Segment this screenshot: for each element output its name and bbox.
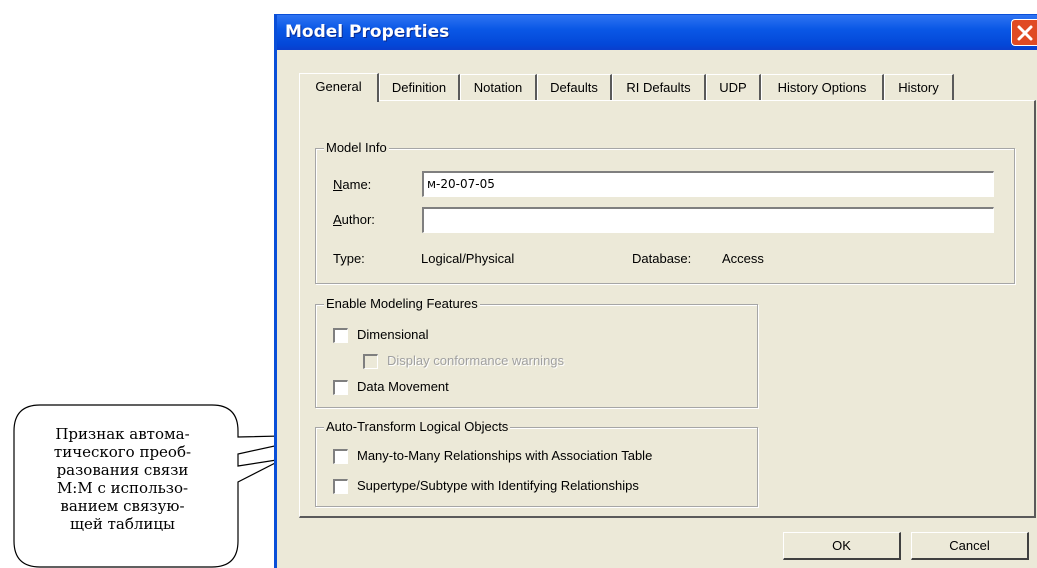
data-movement-checkbox[interactable]: [333, 380, 348, 395]
tab-general[interactable]: General: [299, 73, 379, 102]
many-to-many-label[interactable]: Many-to-Many Relationships with Associat…: [357, 448, 652, 464]
author-label: Author:: [333, 212, 375, 227]
tab-label: History Options: [777, 80, 867, 95]
tab-label: Notation: [473, 80, 523, 95]
tab-defaults[interactable]: Defaults: [537, 74, 612, 100]
callout-line: щей таблицы: [70, 515, 175, 533]
model-info-legend: Model Info: [324, 140, 389, 156]
display-warnings-checkbox: [363, 354, 378, 369]
tab-udp[interactable]: UDP: [706, 74, 761, 100]
tab-definition[interactable]: Definition: [379, 74, 460, 100]
close-icon: [1017, 25, 1033, 41]
tab-label: Defaults: [550, 80, 598, 95]
callout-line: ванием связую-: [60, 497, 185, 515]
data-movement-label[interactable]: Data Movement: [357, 379, 449, 395]
tab-label: History: [898, 80, 939, 95]
cancel-button[interactable]: Cancel: [911, 532, 1029, 560]
modeling-features-legend: Enable Modeling Features: [324, 296, 480, 312]
modeling-features-group: Enable Modeling Features Dimensional Dis…: [315, 296, 758, 408]
tab-notation[interactable]: Notation: [460, 74, 537, 100]
model-info-group: Model Info Name: м-20-07-05 Author: Type…: [315, 140, 1015, 284]
callout-line: тического преоб-: [53, 443, 192, 461]
auto-transform-group: Auto-Transform Logical Objects Many-to-M…: [315, 419, 758, 507]
supertype-label[interactable]: Supertype/Subtype with Identifying Relat…: [357, 478, 639, 494]
tab-history[interactable]: History: [884, 74, 954, 100]
ok-button[interactable]: OK: [783, 532, 901, 560]
type-label: Type:: [333, 251, 365, 266]
tab-label: General: [315, 79, 362, 94]
callout-line: Признак автома-: [55, 425, 190, 443]
database-value: Access: [722, 251, 764, 266]
tab-label: Definition: [391, 80, 447, 95]
supertype-checkbox[interactable]: [333, 479, 348, 494]
dimensional-checkbox[interactable]: [333, 328, 348, 343]
general-tab-panel: Model Info Name: м-20-07-05 Author: Type…: [299, 100, 1036, 518]
tab-history-options[interactable]: History Options: [761, 74, 884, 100]
auto-transform-legend: Auto-Transform Logical Objects: [324, 419, 511, 435]
callout-line: разования связи: [56, 461, 189, 479]
display-warnings-label: Display conformance warnings: [387, 353, 565, 368]
tab-label: UDP: [719, 80, 747, 95]
name-label: Name:: [333, 177, 372, 192]
callout-text: Признак автома- тического преоб- разован…: [10, 425, 235, 533]
author-input[interactable]: [422, 207, 994, 233]
window-title: Model Properties: [285, 22, 450, 42]
callout-line: М:М с использо-: [56, 479, 189, 497]
tab-label: RI Defaults: [626, 80, 691, 95]
database-label: Database:: [632, 251, 692, 266]
model-properties-dialog: Model Properties General Definition Nota…: [274, 14, 1037, 568]
tab-ri-defaults[interactable]: RI Defaults: [612, 74, 706, 100]
many-to-many-checkbox[interactable]: [333, 449, 348, 464]
title-bar[interactable]: Model Properties: [277, 15, 1037, 50]
dimensional-label[interactable]: Dimensional: [357, 327, 429, 343]
type-value: Logical/Physical: [421, 251, 515, 266]
name-input[interactable]: м-20-07-05: [422, 171, 994, 197]
close-button[interactable]: [1011, 19, 1037, 46]
